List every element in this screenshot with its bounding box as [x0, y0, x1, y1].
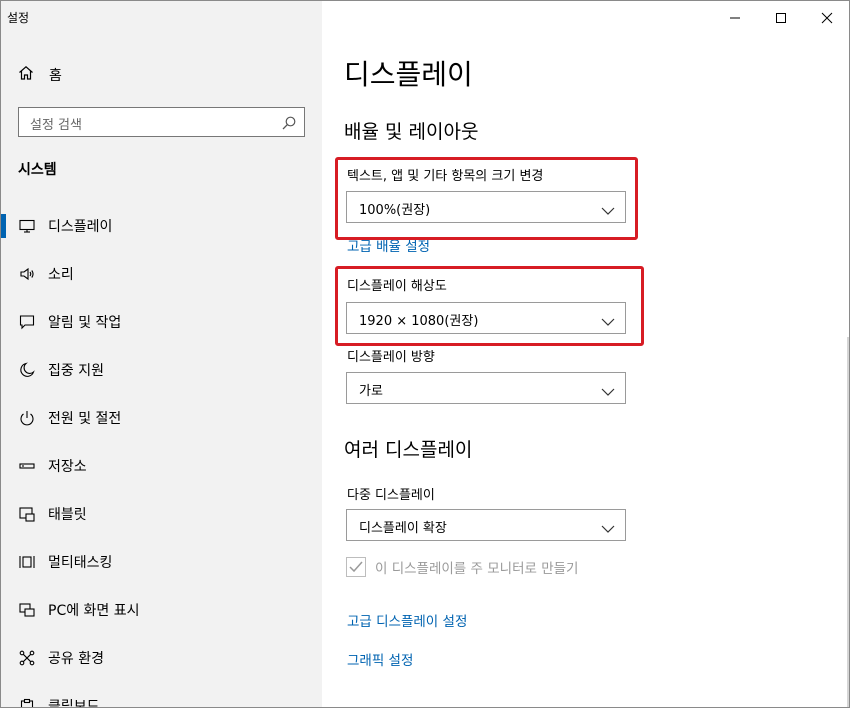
- main-display-checkbox[interactable]: [346, 557, 366, 577]
- chevron-down-icon: [601, 519, 615, 538]
- sidebar-item-label: 소리: [48, 267, 74, 283]
- resolution-label: 디스플레이 해상도: [347, 279, 447, 294]
- sidebar-item-label: 태블릿: [48, 507, 87, 523]
- monitor-icon: [18, 217, 36, 235]
- scale-dropdown[interactable]: 100%(권장): [346, 191, 626, 223]
- resolution-dropdown[interactable]: 1920 × 1080(권장): [346, 302, 626, 334]
- main-display-checkbox-label: 이 디스플레이를 주 모니터로 만들기: [375, 561, 579, 577]
- notification-icon: [18, 313, 36, 331]
- settings-window: 설정 홈 설정 검색 시스템 디스플레이 소리 알림 및 작업 집중 지원 전원…: [0, 0, 850, 708]
- sidebar-item-power[interactable]: 전원 및 절전: [1, 394, 322, 442]
- advanced-scaling-link[interactable]: 고급 배율 설정: [347, 235, 430, 255]
- moon-icon: [18, 361, 36, 379]
- sidebar-item-multitasking[interactable]: 멀티태스킹: [1, 538, 322, 586]
- sidebar-item-tablet[interactable]: 태블릿: [1, 490, 322, 538]
- power-icon: [18, 409, 36, 427]
- sidebar-item-label: 알림 및 작업: [48, 315, 122, 331]
- sidebar-item-label: 전원 및 절전: [48, 411, 122, 427]
- sidebar-item-label: 클립보드: [48, 699, 100, 708]
- speaker-icon: [18, 265, 36, 283]
- sidebar-item-sound[interactable]: 소리: [1, 250, 322, 298]
- sidebar-item-notifications[interactable]: 알림 및 작업: [1, 298, 322, 346]
- multitasking-icon: [18, 553, 36, 571]
- sidebar-section-title: 시스템: [18, 162, 57, 178]
- project-icon: [18, 601, 36, 619]
- sidebar: 설정 홈 설정 검색 시스템 디스플레이 소리 알림 및 작업 집중 지원 전원…: [1, 1, 322, 708]
- resolution-dropdown-value: 1920 × 1080(권장): [359, 314, 479, 329]
- tablet-icon: [18, 505, 36, 523]
- home-icon: [18, 65, 34, 85]
- advanced-display-settings-link[interactable]: 고급 디스플레이 설정: [347, 610, 467, 630]
- search-placeholder: 설정 검색: [30, 118, 82, 133]
- graphics-settings-link[interactable]: 그래픽 설정: [347, 649, 413, 669]
- chevron-down-icon: [601, 201, 615, 220]
- multiple-displays-dropdown-value: 디스플레이 확장: [359, 521, 447, 536]
- sidebar-item-label: 디스플레이: [48, 219, 113, 235]
- search-icon[interactable]: [282, 115, 296, 134]
- sidebar-item-label: 공유 환경: [48, 651, 104, 667]
- multiple-displays-label: 다중 디스플레이: [347, 488, 435, 503]
- sidebar-nav: 디스플레이 소리 알림 및 작업 집중 지원 전원 및 절전 저장소 태블릿 멀…: [1, 202, 322, 708]
- sidebar-item-label: PC에 화면 표시: [48, 603, 140, 619]
- checkmark-icon: [349, 561, 363, 573]
- home-label: 홈: [49, 68, 62, 84]
- sidebar-item-shared-experiences[interactable]: 공유 환경: [1, 634, 322, 682]
- multiple-displays-dropdown[interactable]: 디스플레이 확장: [346, 509, 626, 541]
- sidebar-item-label: 저장소: [48, 459, 87, 475]
- scale-label: 텍스트, 앱 및 기타 항목의 크기 변경: [347, 169, 544, 184]
- clipboard-icon: [18, 697, 36, 707]
- storage-icon: [18, 457, 36, 475]
- share-icon: [18, 649, 36, 667]
- multiple-displays-heading: 여러 디스플레이: [344, 439, 473, 461]
- app-title: 설정: [7, 11, 30, 25]
- search-input[interactable]: 설정 검색: [18, 107, 305, 137]
- sidebar-item-label: 멀티태스킹: [48, 555, 113, 571]
- sidebar-item-storage[interactable]: 저장소: [1, 442, 322, 490]
- sidebar-item-project[interactable]: PC에 화면 표시: [1, 586, 322, 634]
- orientation-dropdown-value: 가로: [359, 384, 383, 399]
- scrollbar[interactable]: [847, 337, 849, 707]
- sidebar-item-clipboard[interactable]: 클립보드: [1, 682, 322, 708]
- chevron-down-icon: [601, 382, 615, 401]
- main-content: 디스플레이 배율 및 레이아웃 텍스트, 앱 및 기타 항목의 크기 변경 10…: [322, 1, 849, 707]
- home-nav-item[interactable]: 홈: [18, 63, 62, 87]
- sidebar-item-display[interactable]: 디스플레이: [1, 202, 322, 250]
- chevron-down-icon: [601, 312, 615, 331]
- page-title: 디스플레이: [344, 58, 473, 91]
- orientation-label: 디스플레이 방향: [347, 350, 435, 365]
- sidebar-item-focus-assist[interactable]: 집중 지원: [1, 346, 322, 394]
- scale-layout-heading: 배율 및 레이아웃: [344, 121, 479, 143]
- sidebar-item-label: 집중 지원: [48, 363, 104, 379]
- scale-dropdown-value: 100%(권장): [359, 203, 431, 218]
- main-display-checkbox-row: 이 디스플레이를 주 모니터로 만들기: [346, 557, 578, 577]
- orientation-dropdown[interactable]: 가로: [346, 372, 626, 404]
